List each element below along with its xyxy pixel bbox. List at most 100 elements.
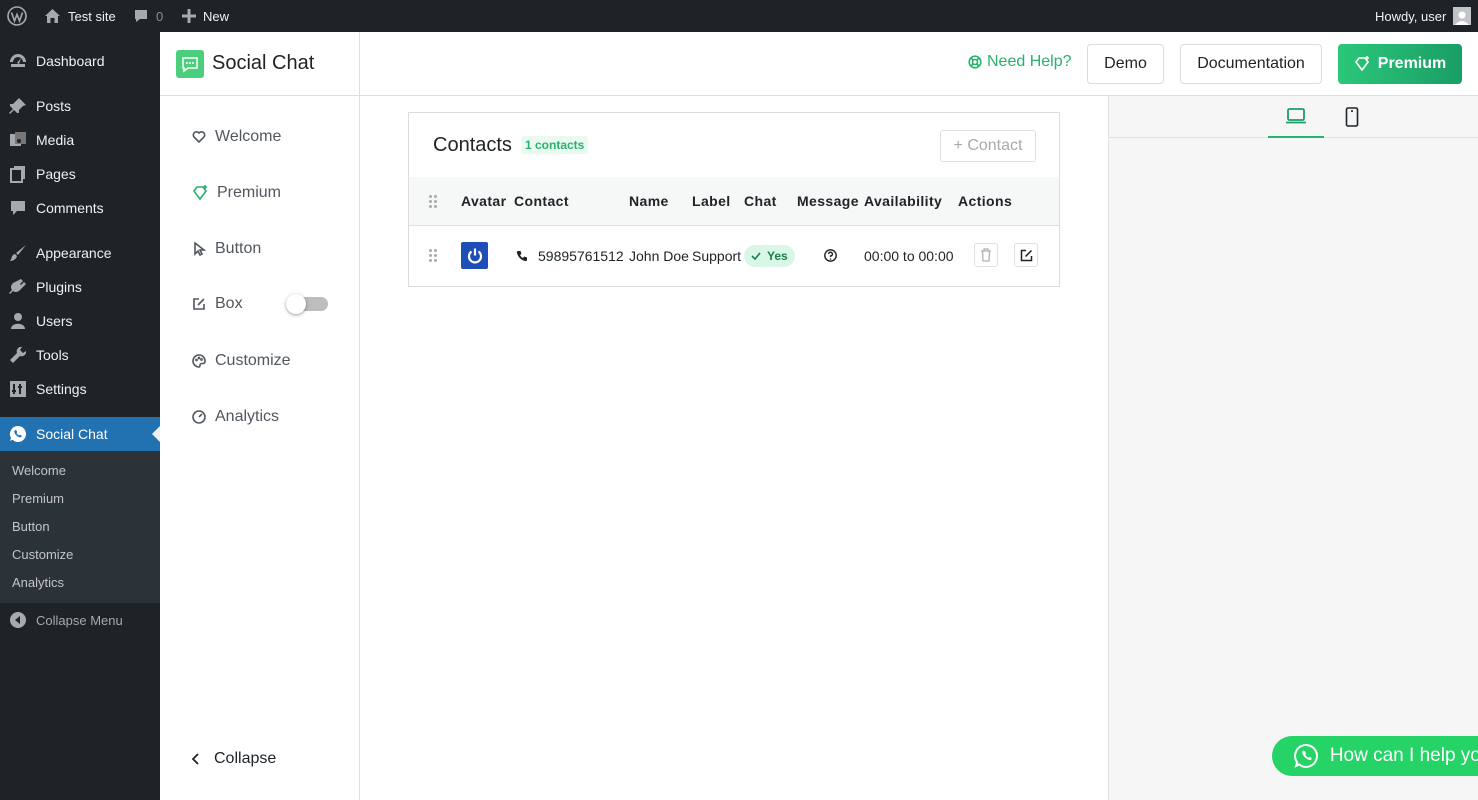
submenu-button[interactable]: Button	[12, 519, 50, 534]
contact-availability: 00:00 to 00:00	[864, 248, 954, 264]
table-row: 59895761512 John Doe Support Yes 00:00 t…	[409, 226, 1059, 286]
menu-label: Users	[36, 313, 73, 329]
plugin-header: Need Help? Demo Documentation Premium	[360, 32, 1478, 96]
add-contact-button[interactable]: + Contact	[940, 130, 1036, 162]
menu-comments[interactable]: Comments	[0, 191, 160, 225]
help-circle-icon[interactable]	[824, 249, 837, 262]
nav-analytics[interactable]: Analytics	[192, 408, 279, 426]
menu-users[interactable]: Users	[0, 304, 160, 338]
contacts-title: Contacts	[433, 134, 512, 156]
documentation-button[interactable]: Documentation	[1180, 44, 1322, 84]
phone-icon	[516, 251, 527, 262]
whatsapp-icon	[1294, 744, 1318, 768]
premium-button[interactable]: Premium	[1338, 44, 1462, 84]
delete-contact-button[interactable]	[974, 243, 998, 267]
comment-icon	[135, 10, 147, 22]
plugin-sidebar: Social Chat Welcome Premium Button Box C…	[160, 32, 360, 800]
check-icon	[751, 252, 761, 260]
tab-desktop-preview[interactable]	[1268, 96, 1324, 138]
comments-count: 0	[156, 8, 164, 24]
submenu-welcome[interactable]: Welcome	[12, 463, 66, 478]
submenu-customize[interactable]: Customize	[12, 547, 73, 562]
new-content-link[interactable]: New	[182, 0, 229, 32]
wordpress-logo-icon[interactable]	[7, 0, 27, 32]
menu-label: Tools	[36, 347, 69, 363]
social-chat-submenu: Welcome Premium Button Customize Analyti…	[0, 451, 160, 603]
nav-welcome[interactable]: Welcome	[192, 128, 281, 146]
edit-icon	[193, 298, 205, 310]
trash-icon	[981, 248, 991, 262]
menu-label: Comments	[36, 200, 104, 216]
lifebuoy-icon	[968, 55, 982, 69]
wrench-icon	[0, 346, 36, 364]
user-icon	[0, 312, 36, 330]
new-label: New	[203, 8, 230, 24]
menu-label: Dashboard	[36, 53, 105, 69]
menu-social-chat[interactable]: Social Chat	[0, 417, 160, 451]
collapse-label: Collapse	[214, 750, 277, 767]
col-contact: Contact	[514, 193, 569, 209]
brush-icon	[0, 244, 36, 262]
menu-settings[interactable]: Settings	[0, 372, 160, 406]
submenu-premium[interactable]: Premium	[12, 491, 64, 506]
menu-label: Appearance	[36, 245, 112, 261]
contact-phone: 59895761512	[538, 248, 624, 264]
gauge-icon	[192, 410, 206, 424]
power-icon	[467, 248, 482, 263]
menu-dashboard[interactable]: Dashboard	[0, 44, 160, 78]
sidebar-collapse-button[interactable]: Collapse	[192, 750, 276, 768]
admin-bar: Test site 0 New Howdy, user	[0, 0, 1478, 32]
nav-customize[interactable]: Customize	[192, 352, 291, 370]
pages-icon	[0, 165, 36, 183]
col-actions: Actions	[958, 193, 1013, 209]
chevron-left-icon	[192, 753, 199, 765]
demo-button[interactable]: Demo	[1087, 44, 1164, 84]
nav-premium[interactable]: Premium	[192, 184, 281, 202]
row-drag-handle-icon[interactable]	[429, 249, 439, 263]
toggle-knob	[286, 294, 306, 314]
col-chat: Chat	[744, 193, 777, 209]
whatsapp-chat-bubble[interactable]: How can I help you?	[1272, 736, 1478, 776]
contacts-count-badge: 1 contacts	[521, 136, 589, 154]
need-help-link[interactable]: Need Help?	[968, 53, 1072, 71]
edit-contact-button[interactable]	[1014, 243, 1038, 267]
nav-label: Button	[215, 240, 262, 257]
submenu-analytics[interactable]: Analytics	[12, 575, 64, 590]
plus-icon	[182, 9, 196, 23]
col-message: Message	[797, 193, 859, 209]
box-toggle[interactable]	[286, 294, 328, 314]
col-avatar: Avatar	[461, 193, 507, 209]
contact-name: John Doe	[629, 248, 689, 264]
tab-mobile-preview[interactable]	[1324, 96, 1380, 138]
edit-icon	[1020, 249, 1032, 261]
laptop-icon	[1286, 108, 1306, 124]
contacts-card: Contacts 1 contacts + Contact Avatar Con…	[408, 112, 1060, 287]
collapse-menu-button[interactable]: Collapse Menu	[0, 603, 160, 637]
menu-label: Settings	[36, 381, 87, 397]
menu-label: Posts	[36, 98, 72, 114]
site-name: Test site	[68, 8, 116, 24]
account-menu[interactable]: Howdy, user	[1375, 0, 1472, 32]
site-name-link[interactable]: Test site	[44, 0, 116, 32]
collapse-menu-label: Collapse Menu	[36, 612, 123, 628]
contact-avatar	[461, 242, 488, 269]
menu-posts[interactable]: Posts	[0, 89, 160, 123]
col-name: Name	[629, 193, 669, 209]
menu-appearance[interactable]: Appearance	[0, 236, 160, 270]
menu-plugins[interactable]: Plugins	[0, 270, 160, 304]
nav-button[interactable]: Button	[192, 240, 261, 258]
home-icon	[45, 9, 60, 23]
preview-tabs	[1109, 96, 1478, 138]
comments-link[interactable]: 0	[133, 0, 163, 32]
nav-label: Premium	[217, 184, 282, 201]
main-content: Contacts 1 contacts + Contact Avatar Con…	[360, 96, 1108, 800]
nav-box[interactable]: Box	[192, 295, 243, 313]
menu-label: Media	[36, 132, 75, 148]
menu-pages[interactable]: Pages	[0, 157, 160, 191]
menu-tools[interactable]: Tools	[0, 338, 160, 372]
chat-status-badge: Yes	[744, 245, 795, 267]
diamond-icon	[193, 185, 207, 201]
settings-icon	[0, 380, 36, 398]
menu-media[interactable]: Media	[0, 123, 160, 157]
nav-label: Analytics	[215, 408, 280, 425]
